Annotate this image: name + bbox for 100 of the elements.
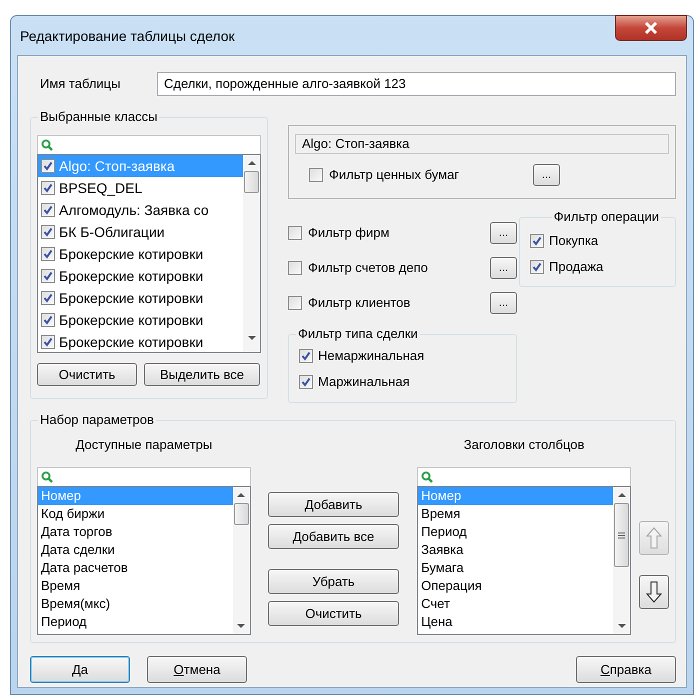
list-item-label: БК Б-Облигации [59, 223, 165, 241]
push-button[interactable]: Добавить [268, 492, 400, 517]
checkbox[interactable] [41, 335, 55, 349]
checkbox[interactable] [288, 296, 302, 310]
list-item-label: Algo: Стоп-заявка [59, 157, 175, 175]
push-button[interactable]: Да [30, 656, 130, 683]
window-title: Редактирование таблицы сделок [20, 27, 235, 46]
checkbox[interactable] [299, 349, 313, 363]
checkbox[interactable] [41, 203, 55, 217]
close-button[interactable] [615, 15, 687, 41]
checkbox[interactable] [530, 260, 544, 274]
browse-button[interactable]: ... [490, 256, 517, 278]
move-down-button[interactable] [639, 575, 670, 609]
scroll-down-icon [248, 336, 256, 340]
list-item[interactable]: Дата расчетов [38, 559, 233, 577]
group-title: Выбранные классы [38, 109, 160, 125]
scrollbar-thumb[interactable] [244, 171, 259, 193]
list-item[interactable]: Брокерские котировки [38, 309, 243, 331]
push-button[interactable]: Выделить все [144, 363, 260, 386]
checkbox-label: Фильтр счетов депо [308, 258, 429, 277]
arrow-down-icon [646, 581, 662, 603]
checkbox[interactable] [288, 260, 302, 274]
scrollbar-thumb[interactable] [234, 503, 249, 525]
browse-button[interactable]: ... [533, 164, 560, 186]
list-item[interactable]: Время(мкс) [38, 595, 233, 613]
list-item[interactable]: Операция [418, 577, 614, 595]
group-title: Фильтр операции [552, 209, 661, 225]
search-icon [421, 471, 434, 483]
list-item[interactable]: Брокерские котировки [38, 331, 243, 352]
class-name-field: Algo: Стоп-заявка [295, 134, 669, 154]
list-item-label: Алгомодуль: Заявка со [59, 201, 209, 219]
checkbox[interactable] [41, 313, 55, 327]
checkbox[interactable] [41, 269, 55, 283]
list-item[interactable]: Цена [418, 613, 614, 631]
push-button[interactable]: Очистить [37, 363, 137, 386]
list-item[interactable]: Алгомодуль: Заявка со [38, 199, 243, 221]
list-title: Доступные параметры [76, 437, 212, 452]
scrollbar[interactable] [243, 155, 260, 352]
list-item[interactable]: Брокерские котировки [38, 265, 243, 287]
list-item[interactable]: БК Б-Облигации [38, 221, 243, 243]
checkbox-label: Маржинальная [318, 373, 410, 392]
field-label: Имя таблицы [39, 75, 122, 94]
push-button[interactable]: Добавить все [268, 524, 400, 549]
checkbox[interactable] [41, 225, 55, 239]
checkbox[interactable] [288, 226, 302, 240]
list-item[interactable]: BPSEQ_DEL [38, 177, 243, 199]
checkbox[interactable] [41, 159, 55, 173]
scroll-up-icon [618, 493, 626, 497]
list-item[interactable]: Время [38, 577, 233, 595]
checkbox[interactable] [530, 234, 544, 248]
list-item-label: BPSEQ_DEL [59, 179, 142, 197]
checkbox[interactable] [299, 375, 313, 389]
push-button[interactable]: Отмена [147, 656, 247, 683]
list-item-label: Брокерские котировки [59, 333, 204, 351]
list-item[interactable]: Счет [418, 595, 614, 613]
group-title: Набор параметров [38, 412, 156, 428]
group-title: Фильтр типа сделки [296, 326, 420, 342]
scroll-down-icon [618, 624, 626, 628]
list-item[interactable]: Период [418, 523, 614, 541]
close-icon [644, 22, 658, 34]
list-item[interactable]: Дата торгов [38, 523, 233, 541]
grip-icon [618, 532, 626, 538]
list-item[interactable]: Время [418, 505, 614, 523]
list-item[interactable]: Брокерские котировки [38, 287, 243, 309]
list-item[interactable]: Код биржи [38, 505, 233, 523]
checkbox[interactable] [41, 181, 55, 195]
checkbox[interactable] [41, 247, 55, 261]
push-button[interactable]: Справка [576, 656, 676, 683]
scrollbar[interactable] [232, 487, 250, 634]
browse-button[interactable]: ... [490, 292, 517, 314]
checkbox-label: Немаржинальная [318, 347, 424, 366]
list-item-label: Брокерские котировки [59, 289, 204, 307]
checkbox[interactable] [41, 291, 55, 305]
list-item[interactable]: Дата сделки [38, 541, 233, 559]
table-name-field[interactable]: Сделки, порожденные алго-заявкой 123 [157, 72, 676, 96]
checkbox-label: Фильтр фирм [308, 224, 390, 242]
search-icon [41, 471, 53, 483]
list-item[interactable]: Заявка [418, 541, 614, 559]
checkbox[interactable] [309, 168, 323, 182]
list-item-label: Брокерские котировки [59, 311, 204, 329]
browse-button[interactable]: ... [490, 222, 517, 244]
scroll-down-icon [237, 624, 246, 628]
search-field[interactable] [417, 467, 632, 486]
list-title: Заголовки столбцов [464, 437, 584, 452]
list-item-label: Брокерские котировки [59, 245, 204, 263]
scrollbar-thumb[interactable] [614, 503, 630, 567]
checkbox-label: Покупка [549, 232, 598, 250]
scroll-up-icon [248, 161, 256, 165]
scrollbar[interactable] [613, 487, 630, 634]
list-item[interactable]: Брокерские котировки [38, 243, 243, 265]
search-icon [41, 139, 53, 151]
list-item[interactable]: Период [38, 613, 233, 631]
search-field[interactable] [37, 135, 261, 154]
search-field[interactable] [37, 467, 251, 486]
scroll-up-icon [237, 493, 246, 497]
arrow-up-icon [646, 527, 662, 549]
push-button[interactable]: Убрать [268, 569, 400, 594]
checkbox-label: Фильтр ценных бумаг [329, 166, 460, 184]
list-item[interactable]: Бумага [418, 559, 614, 577]
push-button[interactable]: Очистить [268, 601, 400, 626]
